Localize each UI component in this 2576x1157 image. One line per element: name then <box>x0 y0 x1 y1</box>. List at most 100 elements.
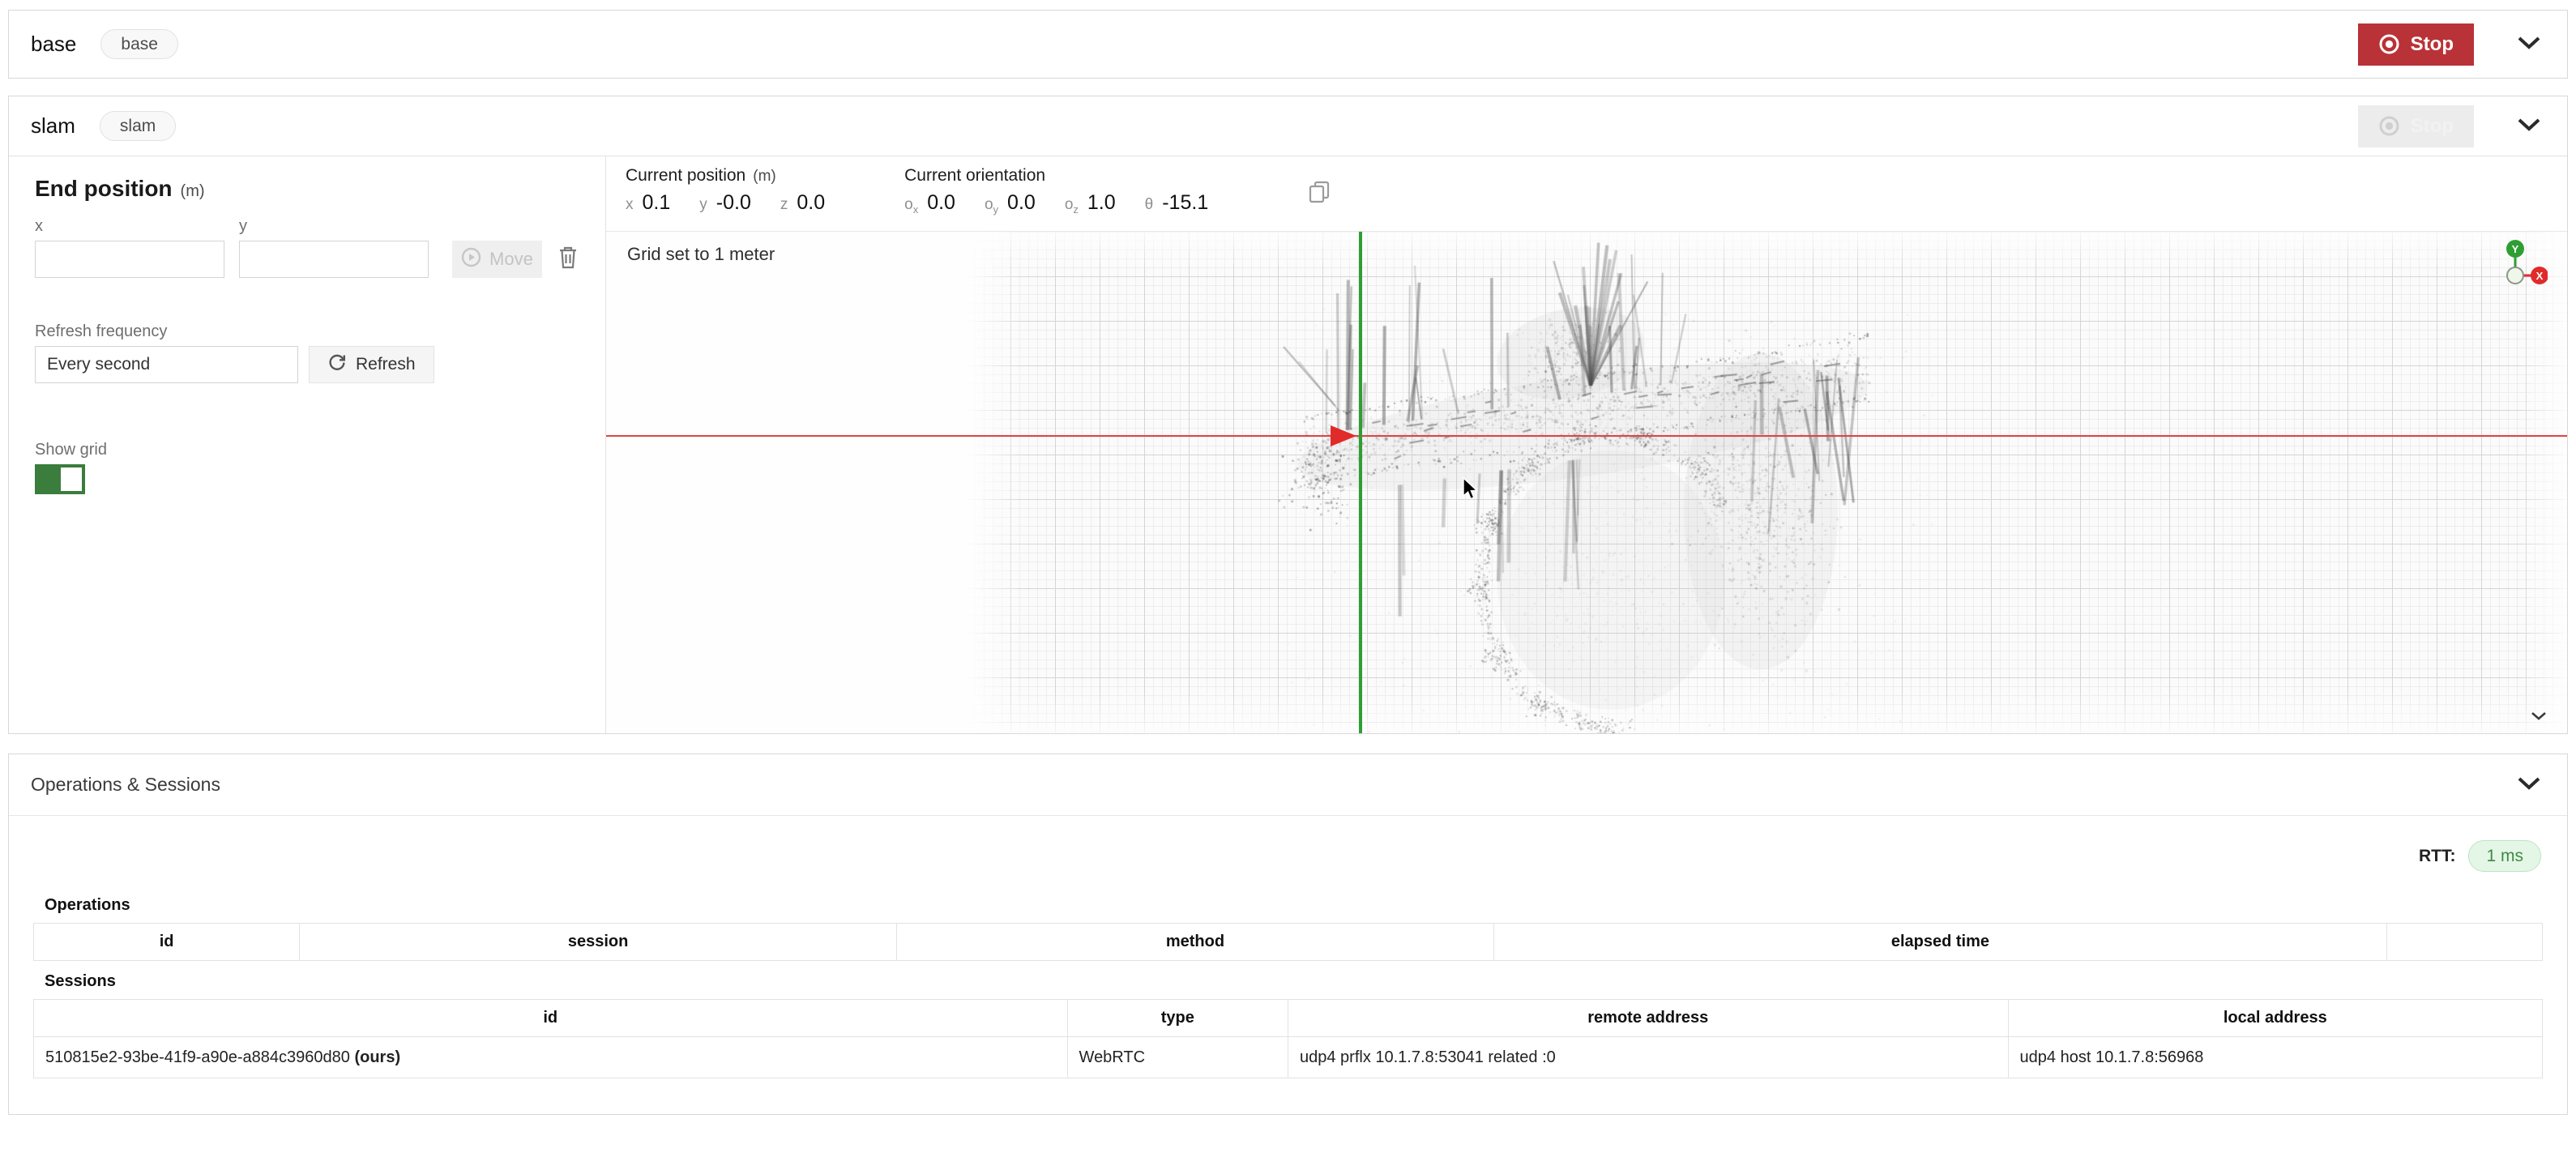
sessions-table-header-row: idtyperemote addresslocal address <box>34 1000 2543 1037</box>
gizmo-y-label: Y <box>2512 243 2519 255</box>
delete-end-position-button[interactable] <box>555 242 581 275</box>
map-scroll-down-button[interactable] <box>2528 709 2549 725</box>
slam-type-chip: slam <box>100 111 176 141</box>
table-column-header: id <box>34 924 300 961</box>
current-position-unit: (m) <box>753 168 775 185</box>
telemetry-pair: y -0.0 <box>699 191 751 215</box>
chevron-down-icon <box>2516 35 2542 53</box>
chevron-down-icon <box>2516 117 2542 135</box>
y-input[interactable] <box>239 241 429 278</box>
chevron-down-icon <box>2530 711 2548 724</box>
telemetry-value: 0.1 <box>643 191 671 215</box>
base-panel-title: base <box>31 32 76 57</box>
y-field-group: y <box>239 218 429 278</box>
telemetry-value: 1.0 <box>1087 191 1116 215</box>
stop-icon <box>2378 115 2400 137</box>
show-grid-label: Show grid <box>35 442 581 458</box>
gizmo-origin <box>2507 267 2523 284</box>
current-orientation-values: ox 0.0 oy 0.0 oz 1.0 θ-15.1 <box>904 191 1237 216</box>
slam-panel-title: slam <box>31 113 75 139</box>
rtt-label: RTT: <box>2419 847 2456 866</box>
telemetry-axis-label: y <box>699 196 707 214</box>
x-field-group: x <box>35 218 224 278</box>
operations-table: idsessionmethodelapsed time <box>33 923 2543 961</box>
slam-collapse-button[interactable] <box>2513 113 2545 139</box>
show-grid-toggle[interactable] <box>35 464 85 494</box>
grid-scale-caption: Grid set to 1 meter <box>627 244 775 265</box>
telemetry-value: 0.0 <box>1007 191 1036 215</box>
table-column-header: type <box>1067 1000 1288 1037</box>
rtt-row: RTT: 1 ms <box>33 816 2543 885</box>
refresh-button[interactable]: Refresh <box>309 346 434 383</box>
x-input[interactable] <box>35 241 224 278</box>
refresh-button-label: Refresh <box>356 355 416 374</box>
map-x-axis-line <box>606 435 2567 437</box>
refresh-icon <box>327 352 347 377</box>
operations-sessions-panel: Operations & Sessions RTT: 1 ms Operatio… <box>8 754 2568 1115</box>
table-cell: WebRTC <box>1067 1037 1288 1078</box>
table-row: 510815e2-93be-41f9-a90e-a884c3960d80 (ou… <box>34 1037 2543 1078</box>
move-button-label: Move <box>489 249 533 270</box>
play-circle-icon <box>461 247 481 272</box>
telemetry-pair: x 0.1 <box>626 191 670 215</box>
slam-panel: slam slam Stop End position (m) x <box>8 96 2568 734</box>
table-cell: udp4 host 10.1.7.8:56968 <box>2008 1037 2542 1078</box>
telemetry-pair: θ-15.1 <box>1145 191 1209 215</box>
telemetry-axis-label: ox <box>904 196 918 216</box>
table-column-header: elapsed time <box>1493 924 2386 961</box>
telemetry-value: -0.0 <box>716 191 751 215</box>
chevron-down-icon <box>2516 775 2542 794</box>
current-orientation-label: Current orientation <box>904 166 1237 186</box>
slam-pointcloud-canvas <box>606 232 2567 733</box>
y-field-label: y <box>239 218 429 234</box>
telemetry-value: 0.0 <box>927 191 955 215</box>
copy-pose-button[interactable] <box>1307 179 1332 208</box>
slam-stop-button-disabled[interactable]: Stop <box>2358 105 2474 147</box>
telemetry-axis-label: z <box>780 196 788 214</box>
base-panel: base base Stop <box>8 10 2568 79</box>
telemetry-axis-label: x <box>626 196 634 214</box>
current-position-values: x 0.1 y -0.0 z0.0 <box>626 191 854 215</box>
end-position-form: End position (m) x y Move <box>9 156 606 733</box>
telemetry-axis-label: oy <box>985 196 998 216</box>
rtt-badge: 1 ms <box>2468 840 2541 872</box>
slam-stop-label: Stop <box>2411 115 2454 138</box>
page: base base Stop slam slam Stop <box>0 0 2576 1115</box>
map-y-axis-line <box>1359 232 1362 733</box>
operations-sessions-collapse-button[interactable] <box>2513 772 2545 797</box>
table-column-header: session <box>300 924 897 961</box>
end-position-inputs-row: x y Move <box>35 218 581 278</box>
toggle-knob <box>61 467 82 491</box>
table-cell: 510815e2-93be-41f9-a90e-a884c3960d80 (ou… <box>34 1037 1068 1078</box>
base-stop-label: Stop <box>2411 33 2454 56</box>
base-panel-header: base base Stop <box>9 11 2567 78</box>
trash-icon <box>558 259 578 271</box>
table-column-header: remote address <box>1288 1000 2008 1037</box>
telemetry-pair: z0.0 <box>780 191 825 215</box>
slam-map-column: Current position(m) x0.1y-0.0z0.0 Curren… <box>606 156 2567 733</box>
end-position-unit: (m) <box>181 182 205 200</box>
refresh-frequency-select[interactable] <box>35 346 298 383</box>
telemetry-pair: oz 1.0 <box>1065 191 1116 216</box>
telemetry-axis-label: oz <box>1065 196 1079 216</box>
telemetry-pair: oy 0.0 <box>985 191 1036 216</box>
operations-sessions-title: Operations & Sessions <box>31 774 220 796</box>
copy-icon <box>1307 196 1332 208</box>
base-collapse-button[interactable] <box>2513 32 2545 57</box>
slam-panel-body: End position (m) x y Move <box>9 156 2567 733</box>
base-type-chip: base <box>100 29 178 59</box>
axes-gizmo[interactable]: Y X <box>2493 238 2548 292</box>
table-column-header: id <box>34 1000 1068 1037</box>
operations-sessions-body: RTT: 1 ms Operations idsessionmethodelap… <box>9 816 2567 1114</box>
base-stop-button[interactable]: Stop <box>2358 23 2474 66</box>
end-position-heading-text: End position <box>35 176 173 201</box>
table-column-header: local address <box>2008 1000 2542 1037</box>
slam-map-viewport[interactable]: Grid set to 1 meter Y X <box>606 232 2567 733</box>
move-button-disabled[interactable]: Move <box>452 241 542 278</box>
table-column-header: method <box>897 924 1494 961</box>
gizmo-x-label: X <box>2536 270 2544 282</box>
telemetry-bar: Current position(m) x0.1y-0.0z0.0 Curren… <box>606 156 2567 232</box>
table-cell: udp4 prflx 10.1.7.8:53041 related :0 <box>1288 1037 2008 1078</box>
x-field-label: x <box>35 218 224 234</box>
current-orientation-group: Current orientation ox 0.0 oy 0.0 oz 1.0 θ-15.… <box>904 166 1237 216</box>
